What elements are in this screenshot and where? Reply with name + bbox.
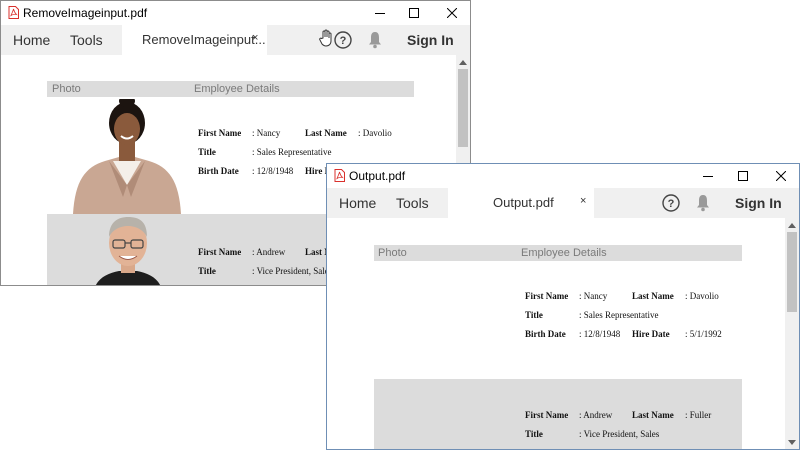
pdf-file-icon <box>8 6 19 19</box>
scroll-down-button[interactable] <box>785 435 799 449</box>
bell-icon[interactable] <box>696 194 710 212</box>
title-value: : Sales Representative <box>252 147 332 157</box>
help-icon[interactable]: ? <box>662 194 680 212</box>
pdf-file-icon <box>334 169 345 182</box>
title-value: : Sales Representative <box>579 310 659 320</box>
sign-in-button[interactable]: Sign In <box>735 195 782 211</box>
title-value: : Vice President, Sales <box>579 429 660 439</box>
scroll-up-icon <box>788 222 796 228</box>
bell-icon[interactable] <box>368 31 382 49</box>
menu-tools[interactable]: Tools <box>396 195 429 211</box>
title-label: Title <box>198 147 216 157</box>
hire-date-value: : 5/1/1992 <box>685 329 722 339</box>
svg-text:?: ? <box>340 35 347 47</box>
tab-label: Output.pdf <box>493 195 554 210</box>
birth-date-value: : 12/8/1948 <box>579 329 621 339</box>
close-button[interactable] <box>435 1 469 25</box>
scroll-up-button[interactable] <box>785 218 799 232</box>
close-icon <box>776 171 786 181</box>
first-name-value: : Nancy <box>252 128 281 138</box>
close-button[interactable] <box>764 164 798 188</box>
birth-date-label: Birth Date <box>525 329 566 339</box>
maximize-button[interactable] <box>726 164 760 188</box>
pdf-window-output: Output.pdf Home Tools Output.pdf × ? Sig… <box>326 163 800 450</box>
minimize-button[interactable] <box>363 1 397 25</box>
table-header: Photo Employee Details <box>47 81 414 97</box>
hand-tool-icon[interactable] <box>318 29 334 47</box>
employee-photo <box>69 99 185 214</box>
menu-tools[interactable]: Tools <box>70 32 103 48</box>
menu-home[interactable]: Home <box>339 195 376 211</box>
scroll-up-button[interactable] <box>456 55 470 69</box>
document-view[interactable]: Photo Employee Details First Name : Nanc… <box>327 218 785 449</box>
menu-bar: Home Tools Output.pdf × ? Sign In <box>327 188 799 218</box>
title-bar[interactable]: RemoveImageinput.pdf <box>1 1 470 25</box>
menu-home[interactable]: Home <box>13 32 50 48</box>
table-header: Photo Employee Details <box>374 245 742 261</box>
tab-close-button[interactable]: × <box>252 32 258 44</box>
scroll-thumb[interactable] <box>787 232 797 312</box>
title-label: Title <box>525 429 543 439</box>
first-name-label: First Name <box>525 410 569 420</box>
header-employee-details: Employee Details <box>521 247 607 259</box>
first-name-label: First Name <box>525 291 569 301</box>
title-bar[interactable]: Output.pdf <box>327 164 799 188</box>
first-name-label: First Name <box>198 128 242 138</box>
tab-close-button[interactable]: × <box>580 195 586 207</box>
employee-photo <box>95 215 161 285</box>
window-title: Output.pdf <box>349 169 406 183</box>
last-name-value: : Davolio <box>685 291 719 301</box>
title-label: Title <box>198 266 216 276</box>
scroll-thumb[interactable] <box>458 69 468 147</box>
scroll-down-icon <box>788 439 796 445</box>
first-name-value: : Andrew <box>579 410 613 420</box>
first-name-value: : Nancy <box>579 291 608 301</box>
minimize-button[interactable] <box>691 164 725 188</box>
minimize-icon <box>703 176 713 177</box>
last-name-value: : Fuller <box>685 410 712 420</box>
first-name-label: First Name <box>198 247 242 257</box>
first-name-value: : Andrew <box>252 247 286 257</box>
tab-document[interactable]: Output.pdf × <box>448 188 594 218</box>
minimize-icon <box>375 13 385 14</box>
header-employee-details: Employee Details <box>194 83 280 95</box>
last-name-label: Last Name <box>632 291 674 301</box>
vertical-scrollbar[interactable] <box>785 218 799 449</box>
maximize-icon <box>738 171 748 181</box>
title-label: Title <box>525 310 543 320</box>
tab-label: RemoveImageinput... <box>142 32 266 47</box>
menu-bar: Home Tools RemoveImageinput... × ? Sign … <box>1 25 470 55</box>
header-photo: Photo <box>378 247 407 259</box>
scroll-up-icon <box>459 59 467 65</box>
title-value: : Vice President, Sale <box>252 266 329 276</box>
last-name-label: Last Name <box>632 410 674 420</box>
maximize-icon <box>409 8 419 18</box>
window-title: RemoveImageinput.pdf <box>23 6 148 20</box>
last-name-value: : Davolio <box>358 128 392 138</box>
hire-date-label: Hire Date <box>632 329 670 339</box>
maximize-button[interactable] <box>397 1 431 25</box>
svg-text:?: ? <box>668 198 675 210</box>
help-icon[interactable]: ? <box>334 31 352 49</box>
close-icon <box>447 8 457 18</box>
sign-in-button[interactable]: Sign In <box>407 32 454 48</box>
birth-date-label: Birth Date <box>198 166 239 176</box>
tab-document[interactable]: RemoveImageinput... × <box>122 25 267 55</box>
last-name-label: Last Name <box>305 128 347 138</box>
header-photo: Photo <box>52 83 81 95</box>
birth-date-value: : 12/8/1948 <box>252 166 294 176</box>
